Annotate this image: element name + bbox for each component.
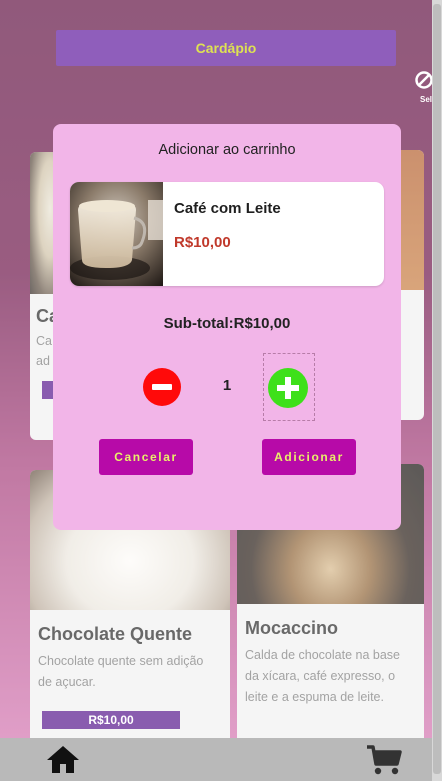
product-name: Café com Leite (174, 200, 281, 217)
scrollbar-thumb[interactable] (433, 4, 441, 774)
cancel-button[interactable]: Cancelar (99, 439, 193, 475)
selected-product: Café com Leite R$10,00 (70, 182, 384, 286)
quantity-value: 1 (222, 377, 232, 394)
subtotal: Sub-total:R$10,00 (163, 315, 291, 332)
increase-quantity-focus (263, 353, 315, 421)
modal-title: Adicionar ao carrinho (158, 142, 296, 158)
cafe-com-leite-photo (70, 182, 163, 286)
add-to-cart-modal: Adicionar ao carrinho Café com Leite R$1… (53, 124, 401, 530)
cart-icon[interactable] (366, 744, 402, 776)
increase-quantity-button[interactable] (268, 368, 308, 408)
bottom-nav (0, 738, 432, 781)
add-button[interactable]: Adicionar (262, 439, 356, 475)
home-icon[interactable] (46, 744, 80, 774)
minus-icon (152, 384, 172, 390)
app-screen: Cardápio Sel Ca Ca ad Chocolate Quente C… (0, 0, 432, 781)
decrease-quantity-button[interactable] (143, 368, 181, 406)
product-price: R$10,00 (174, 234, 231, 251)
